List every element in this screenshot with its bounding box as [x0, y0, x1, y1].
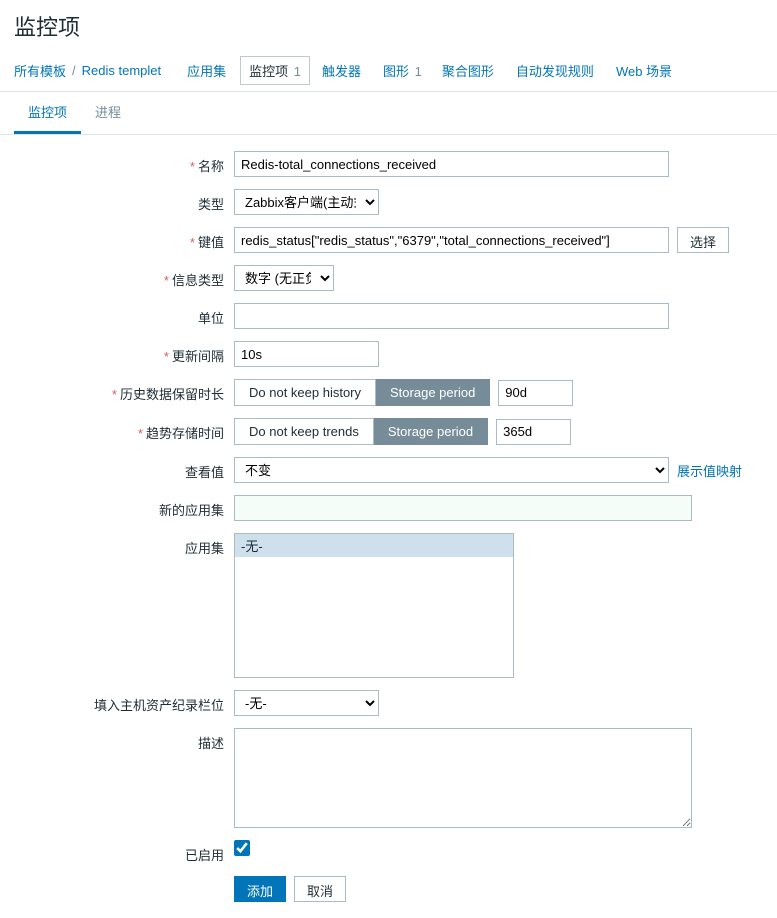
- label-units: 单位: [14, 303, 234, 327]
- trends-no-keep[interactable]: Do not keep trends: [234, 418, 374, 445]
- tab-process[interactable]: 进程: [81, 92, 135, 134]
- label-info-type: *信息类型: [14, 265, 234, 289]
- application-option-none[interactable]: -无-: [235, 534, 513, 557]
- breadcrumb: 所有模板 / Redis templet 应用集 监控项 1 触发器 图形 1 …: [0, 50, 777, 92]
- sub-tabs: 监控项 进程: [0, 92, 777, 135]
- type-select[interactable]: Zabbix客户端(主动式): [234, 189, 379, 215]
- label-new-application: 新的应用集: [14, 495, 234, 519]
- breadcrumb-sep: /: [72, 63, 76, 78]
- nav-screens[interactable]: 聚合图形: [434, 57, 504, 84]
- cancel-button[interactable]: 取消: [294, 876, 346, 902]
- breadcrumb-template[interactable]: Redis templet: [82, 63, 161, 78]
- label-applications: 应用集: [14, 533, 234, 557]
- applications-listbox[interactable]: -无-: [234, 533, 514, 678]
- history-no-keep[interactable]: Do not keep history: [234, 379, 376, 406]
- trends-value-input[interactable]: [496, 419, 571, 445]
- tab-item[interactable]: 监控项: [14, 92, 81, 134]
- info-type-select[interactable]: 数字 (无正负): [234, 265, 334, 291]
- add-button[interactable]: 添加: [234, 876, 286, 902]
- description-textarea[interactable]: [234, 728, 692, 828]
- label-update-interval: *更新间隔: [14, 341, 234, 365]
- nav-discovery[interactable]: 自动发现规则: [508, 57, 604, 84]
- label-trends: *趋势存储时间: [14, 418, 234, 442]
- label-key: *键值: [14, 227, 234, 251]
- update-interval-input[interactable]: [234, 341, 379, 367]
- new-application-input[interactable]: [234, 495, 692, 521]
- label-type: 类型: [14, 189, 234, 213]
- history-storage-period[interactable]: Storage period: [376, 379, 490, 406]
- history-value-input[interactable]: [498, 380, 573, 406]
- key-input[interactable]: [234, 227, 669, 253]
- label-show-value: 查看值: [14, 457, 234, 481]
- enabled-checkbox[interactable]: [234, 840, 250, 856]
- name-input[interactable]: [234, 151, 669, 177]
- nav-web[interactable]: Web 场景: [608, 57, 682, 84]
- units-input[interactable]: [234, 303, 669, 329]
- nav-items[interactable]: 监控项 1: [240, 56, 310, 85]
- select-key-button[interactable]: 选择: [677, 227, 729, 253]
- history-mode-group: Do not keep history Storage period: [234, 379, 490, 406]
- label-host-inventory: 填入主机资产纪录栏位: [14, 690, 234, 714]
- host-inventory-select[interactable]: -无-: [234, 690, 379, 716]
- breadcrumb-all-templates[interactable]: 所有模板: [14, 61, 66, 80]
- nav-applications[interactable]: 应用集: [179, 57, 236, 84]
- page-title: 监控项: [14, 10, 763, 42]
- show-value-select[interactable]: 不变: [234, 457, 669, 483]
- label-name: *名称: [14, 151, 234, 175]
- trends-mode-group: Do not keep trends Storage period: [234, 418, 488, 445]
- trends-storage-period[interactable]: Storage period: [374, 418, 488, 445]
- label-history: *历史数据保留时长: [14, 379, 234, 403]
- nav-graphs[interactable]: 图形 1: [375, 57, 430, 84]
- label-enabled: 已启用: [14, 840, 234, 864]
- nav-triggers[interactable]: 触发器: [314, 57, 371, 84]
- label-description: 描述: [14, 728, 234, 752]
- show-value-mappings-link[interactable]: 展示值映射: [677, 461, 742, 480]
